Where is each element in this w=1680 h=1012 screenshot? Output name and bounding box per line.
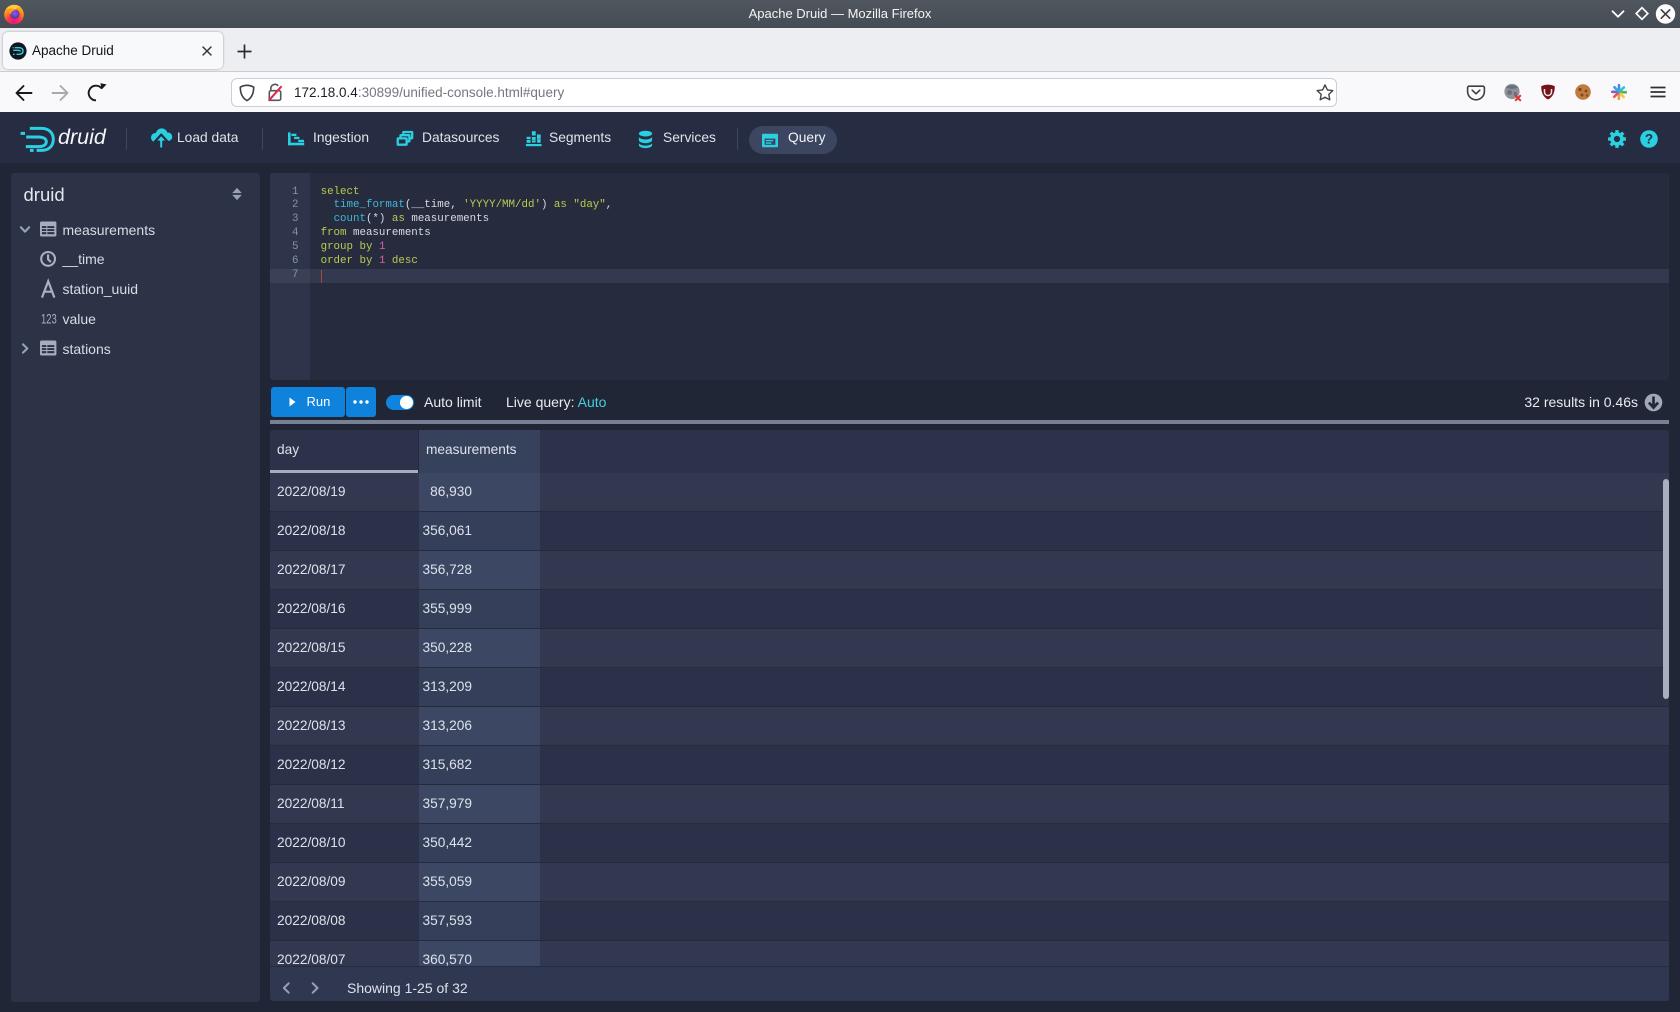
svg-text:?: ? (1645, 132, 1653, 147)
svg-text:123: 123 (41, 312, 57, 327)
